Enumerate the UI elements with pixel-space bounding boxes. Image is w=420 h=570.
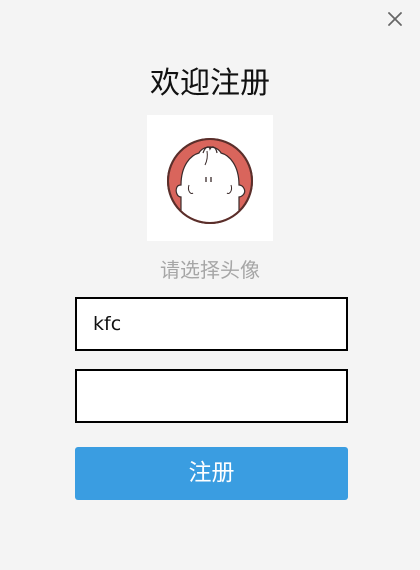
page-title: 欢迎注册 [150, 66, 270, 101]
username-field[interactable] [75, 297, 348, 351]
choose-avatar-label[interactable]: 请选择头像 [0, 256, 420, 284]
avatar-face-icon [167, 138, 253, 224]
avatar-picker[interactable] [147, 115, 273, 241]
close-button[interactable] [384, 8, 406, 30]
register-button[interactable]: 注册 [75, 447, 348, 500]
close-icon [388, 12, 402, 26]
password-field[interactable] [75, 369, 348, 423]
